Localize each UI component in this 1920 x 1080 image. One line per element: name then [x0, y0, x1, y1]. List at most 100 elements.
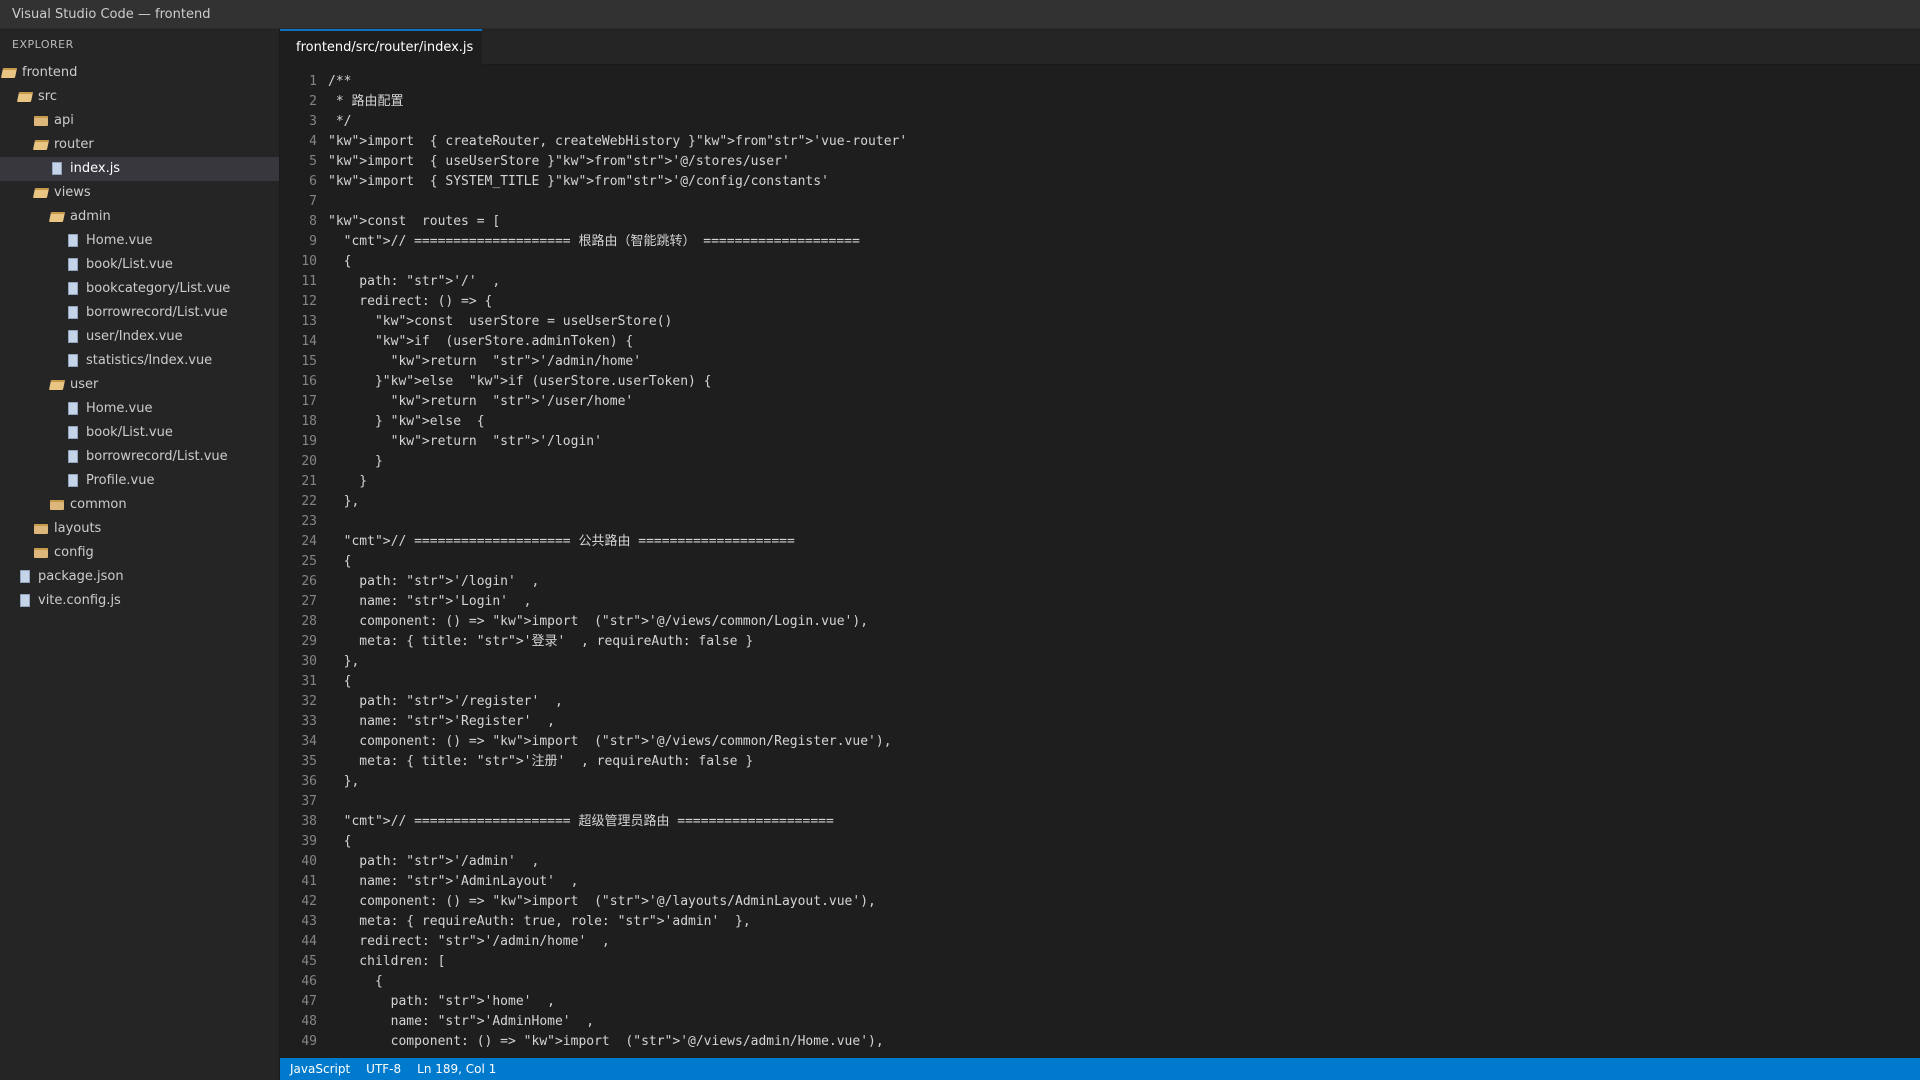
- line-text: "kw">return "str">'/login': [328, 434, 602, 449]
- code-line: 20 }: [280, 452, 1920, 472]
- tree-item-label: vite.config.js: [38, 593, 121, 608]
- line-text: name: "str">'Register' ,: [328, 714, 555, 729]
- line-text: "kw">import { useUserStore }"kw">from"st…: [328, 154, 790, 169]
- code-lines: 1/** 2 * 路由配置 3 */4 "kw">import { createRou…: [280, 72, 1920, 1052]
- line-text: meta: { requireAuth: true, role: "str">'…: [328, 914, 751, 929]
- line-text: component: () => "kw">import ("str">'@/v…: [328, 734, 892, 749]
- code-line: 48 name: "str">'AdminHome' ,: [280, 1012, 1920, 1032]
- tree-item-label: common: [70, 497, 127, 512]
- line-number: 1: [309, 74, 317, 89]
- file-icon: [66, 257, 82, 273]
- folder-tree-item[interactable]: views: [0, 181, 279, 205]
- line-number: 33: [301, 714, 317, 729]
- folder-icon: [34, 521, 50, 537]
- tree-item-label: borrowrecord/List.vue: [86, 449, 228, 464]
- line-text: /**: [328, 74, 352, 89]
- file-icon: [66, 449, 82, 465]
- file-icon: [66, 425, 82, 441]
- tab-router-index-js[interactable]: frontend/src/router/index.js: [280, 29, 482, 65]
- folder-tree-item[interactable]: src: [0, 85, 279, 109]
- file-tree-item[interactable]: borrowrecord/List.vue: [0, 301, 279, 325]
- line-text: },: [328, 494, 360, 509]
- status-language[interactable]: JavaScript: [290, 1058, 350, 1080]
- code-line: 11 path: "str">'/' ,: [280, 272, 1920, 292]
- line-number: 44: [301, 934, 317, 949]
- line-text: name: "str">'AdminHome' ,: [328, 1014, 595, 1029]
- file-tree-item[interactable]: Home.vue: [0, 397, 279, 421]
- file-tree-item[interactable]: statistics/Index.vue: [0, 349, 279, 373]
- folder-tree-item[interactable]: user: [0, 373, 279, 397]
- code-editor[interactable]: 1/** 2 * 路由配置 3 */4 "kw">import { createRou…: [280, 65, 1920, 1058]
- line-text: {: [328, 974, 383, 989]
- code-line: 12 redirect: () => {: [280, 292, 1920, 312]
- code-line: 3 */: [280, 112, 1920, 132]
- file-icon: [66, 353, 82, 369]
- folder-open-icon: [34, 137, 50, 153]
- folder-tree-item[interactable]: frontend: [0, 61, 279, 85]
- file-tree-item[interactable]: book/List.vue: [0, 253, 279, 277]
- line-number: 14: [301, 334, 317, 349]
- status-cursor-position[interactable]: Ln 189, Col 1: [417, 1058, 496, 1080]
- line-text: {: [328, 834, 352, 849]
- code-line: 6 "kw">import { SYSTEM_TITLE }"kw">from"s…: [280, 172, 1920, 192]
- line-text: redirect: "str">'/admin/home' ,: [328, 934, 610, 949]
- line-text: {: [328, 254, 352, 269]
- folder-tree-item[interactable]: common: [0, 493, 279, 517]
- line-number: 22: [301, 494, 317, 509]
- line-number: 48: [301, 1014, 317, 1029]
- file-tree-item[interactable]: index.js: [0, 157, 279, 181]
- line-text: } "kw">else {: [328, 414, 485, 429]
- file-tree-item[interactable]: bookcategory/List.vue: [0, 277, 279, 301]
- folder-tree-item[interactable]: api: [0, 109, 279, 133]
- code-line: 21 }: [280, 472, 1920, 492]
- tree-item-label: package.json: [38, 569, 124, 584]
- file-tree-item[interactable]: package.json: [0, 565, 279, 589]
- explorer-header: EXPLORER: [12, 38, 74, 51]
- code-line: 29 meta: { title: "str">'登录' , requireAu…: [280, 632, 1920, 652]
- file-tree-item[interactable]: Profile.vue: [0, 469, 279, 493]
- folder-tree-item[interactable]: router: [0, 133, 279, 157]
- line-number: 10: [301, 254, 317, 269]
- file-tree-item[interactable]: vite.config.js: [0, 589, 279, 613]
- code-line: 41 name: "str">'AdminLayout' ,: [280, 872, 1920, 892]
- line-text: }: [328, 454, 383, 469]
- line-number: 28: [301, 614, 317, 629]
- line-number: 26: [301, 574, 317, 589]
- line-number: 4: [309, 134, 317, 149]
- status-encoding[interactable]: UTF-8: [366, 1058, 401, 1080]
- code-line: 23: [280, 512, 1920, 532]
- line-text: "cmt">// ==================== 超级管理员路由 ==…: [328, 814, 834, 829]
- line-text: path: "str">'/admin' ,: [328, 854, 540, 869]
- folder-tree-item[interactable]: layouts: [0, 517, 279, 541]
- tree-item-label: statistics/Index.vue: [86, 353, 213, 368]
- code-line: 1 /**: [280, 72, 1920, 92]
- line-number: 36: [301, 774, 317, 789]
- tree-item-label: borrowrecord/List.vue: [86, 305, 228, 320]
- tree-item-label: layouts: [54, 521, 102, 536]
- line-number: 49: [301, 1034, 317, 1049]
- line-text: [317, 192, 328, 212]
- file-tree-item[interactable]: user/Index.vue: [0, 325, 279, 349]
- code-line: 38 "cmt">// ==================== 超级管理员路由…: [280, 812, 1920, 832]
- tree-item-label: router: [54, 137, 94, 152]
- folder-open-icon: [18, 89, 34, 105]
- file-tree-item[interactable]: Home.vue: [0, 229, 279, 253]
- file-tree-item[interactable]: borrowrecord/List.vue: [0, 445, 279, 469]
- line-text: "cmt">// ==================== 公共路由 =====…: [328, 534, 795, 549]
- file-tree: frontend src api router index.js views admin Ho…: [0, 61, 279, 613]
- tree-item-label: Home.vue: [86, 401, 153, 416]
- line-text: }"kw">else "kw">if (userStore.userToken)…: [328, 374, 712, 389]
- line-text: path: "str">'/' ,: [328, 274, 501, 289]
- folder-tree-item[interactable]: config: [0, 541, 279, 565]
- file-tree-item[interactable]: book/List.vue: [0, 421, 279, 445]
- code-line: 17 "kw">return "str">'/user/home': [280, 392, 1920, 412]
- folder-tree-item[interactable]: admin: [0, 205, 279, 229]
- line-text: "cmt">// ==================== 根路由（智能跳转） …: [328, 234, 860, 249]
- line-number: 27: [301, 594, 317, 609]
- line-number: 37: [301, 794, 317, 809]
- line-text: meta: { title: "str">'注册' , requireAuth:…: [328, 754, 754, 769]
- tree-item-label: bookcategory/List.vue: [86, 281, 231, 296]
- tree-item-label: book/List.vue: [86, 257, 173, 272]
- file-icon: [66, 473, 82, 489]
- line-number: 25: [301, 554, 317, 569]
